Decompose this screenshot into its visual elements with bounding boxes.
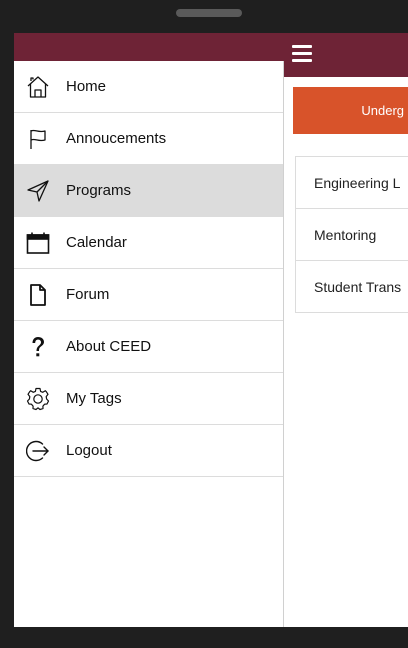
question-icon bbox=[26, 335, 50, 359]
home-icon bbox=[26, 75, 50, 99]
menu-label-about: About CEED bbox=[66, 338, 152, 355]
send-icon bbox=[26, 179, 50, 203]
menu-item-about[interactable]: About CEED bbox=[14, 321, 283, 373]
navigation-drawer: Home Annoucements Programs Calendar Foru… bbox=[14, 61, 284, 627]
device-speaker bbox=[176, 9, 242, 17]
main-content: Underg Engineering L Mentoring Student T… bbox=[284, 77, 408, 627]
menu-item-programs[interactable]: Programs bbox=[14, 165, 283, 217]
flag-icon bbox=[26, 127, 50, 151]
menu-item-logout[interactable]: Logout bbox=[14, 425, 283, 477]
menu-label-home: Home bbox=[66, 78, 107, 95]
tab-undergraduate[interactable]: Underg bbox=[293, 87, 408, 134]
calendar-icon bbox=[26, 231, 50, 255]
program-item-engineering[interactable]: Engineering L bbox=[296, 157, 408, 209]
device-bottom-bezel bbox=[0, 627, 408, 648]
programs-list: Engineering L Mentoring Student Trans bbox=[295, 156, 408, 313]
document-icon bbox=[26, 283, 50, 307]
menu-label-programs: Programs bbox=[66, 182, 132, 199]
app-screen: Underg Engineering L Mentoring Student T… bbox=[14, 33, 408, 627]
menu-label-logout: Logout bbox=[66, 442, 112, 459]
program-item-student-transfer[interactable]: Student Trans bbox=[296, 261, 408, 313]
drawer-header bbox=[14, 33, 284, 61]
gear-icon bbox=[26, 387, 50, 411]
menu-label-my-tags: My Tags bbox=[66, 390, 122, 407]
menu-label-forum: Forum bbox=[66, 286, 110, 303]
menu-item-my-tags[interactable]: My Tags bbox=[14, 373, 283, 425]
program-item-mentoring[interactable]: Mentoring bbox=[296, 209, 408, 261]
menu-item-calendar[interactable]: Calendar bbox=[14, 217, 283, 269]
menu-item-home[interactable]: Home bbox=[14, 61, 283, 113]
logout-icon bbox=[26, 439, 50, 463]
menu-label-announcements: Annoucements bbox=[66, 130, 167, 147]
menu-item-announcements[interactable]: Annoucements bbox=[14, 113, 283, 165]
hamburger-menu-icon[interactable] bbox=[292, 45, 312, 63]
menu-label-calendar: Calendar bbox=[66, 234, 127, 251]
menu-item-forum[interactable]: Forum bbox=[14, 269, 283, 321]
main-header bbox=[284, 33, 408, 77]
